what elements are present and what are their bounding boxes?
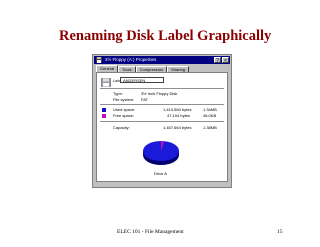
slide-title: Renaming Disk Label Graphically — [59, 28, 272, 44]
separator — [100, 88, 224, 89]
filesystem-caption: File system: — [113, 97, 135, 102]
dialog-title: 3½ Floppy (A:) Properties — [105, 57, 157, 62]
used-space-swatch — [102, 108, 106, 112]
label-input[interactable]: ANDERSEN — [120, 77, 164, 83]
close-button[interactable]: × — [222, 57, 229, 64]
used-caption: Used space: — [113, 107, 136, 112]
free-caption: Free space: — [113, 113, 135, 118]
used-bytes: 1,410,560 bytes — [163, 107, 192, 112]
dialog-titlebar[interactable]: 3½ Floppy (A:) Properties ? × — [94, 56, 230, 64]
separator — [100, 121, 224, 122]
separator — [100, 104, 224, 105]
free-mb: 46.0KB — [203, 113, 217, 118]
disk-usage-pie — [143, 140, 179, 165]
filesystem-value: FAT — [141, 97, 149, 102]
general-panel: Label: ANDERSEN Type: 3½ Inch Floppy Dis… — [96, 72, 228, 182]
capacity-mb: 1.38MB — [203, 125, 217, 130]
capacity-bytes: 1,457,664 bytes — [163, 125, 192, 130]
drive-icon — [101, 78, 111, 87]
free-bytes: 47,104 bytes — [167, 113, 190, 118]
used-mb: 1.34MB — [203, 107, 217, 112]
free-space-swatch — [102, 114, 106, 118]
help-button[interactable]: ? — [214, 57, 221, 64]
floppy-icon — [96, 57, 102, 63]
type-value: 3½ Inch Floppy Disk — [141, 91, 178, 96]
type-caption: Type: — [113, 91, 123, 96]
page-number: 15 — [277, 229, 283, 235]
drive-caption: Drive A — [154, 171, 167, 176]
capacity-caption: Capacity: — [113, 125, 130, 130]
properties-dialog: 3½ Floppy (A:) Properties ? × General To… — [92, 54, 232, 188]
footer-course: ELEC 101 - File Management — [117, 229, 184, 235]
